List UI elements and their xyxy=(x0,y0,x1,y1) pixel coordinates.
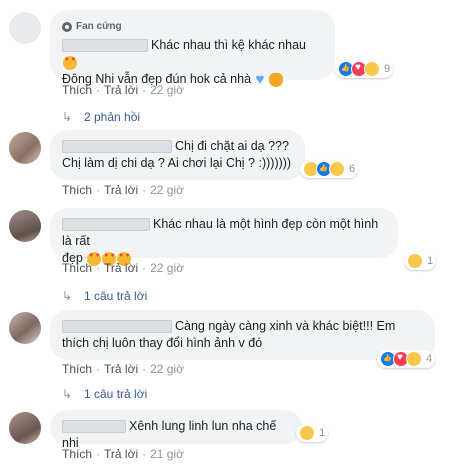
commenter-name[interactable] xyxy=(62,218,150,232)
comment-bubble: Chị đi chặt ai dạ ??? Chị làm dị chi dạ … xyxy=(50,130,305,180)
comment-bubble: Xênh lung linh lun nha chế nhi xyxy=(50,410,302,450)
blue-heart-emoji-icon: ♥ xyxy=(255,70,265,88)
comment-text: Chị đi chặt ai dạ ??? xyxy=(62,138,293,155)
commenter-name[interactable] xyxy=(62,39,148,53)
reaction-summary[interactable]: 1 xyxy=(296,424,329,442)
like-link[interactable]: Thích xyxy=(62,83,92,97)
comment-bubble: Fan cứng Khác nhau thì kệ khác nhau Đông… xyxy=(50,10,335,87)
comment-actions: Thích · Trả lời · 22 giờ xyxy=(62,261,184,275)
heart-eyes-emoji-icon xyxy=(63,55,77,70)
reaction-count: 4 xyxy=(426,353,433,365)
comment-text-line: Chị làm dị chi dạ ? Ai chơi lại Chị ? :)… xyxy=(62,156,292,170)
timestamp[interactable]: 22 giờ xyxy=(150,362,184,376)
reaction-summary[interactable]: 6 xyxy=(300,160,359,178)
commenter-name[interactable] xyxy=(62,420,126,434)
comment-text-line: Chị đi chặt ai dạ ??? xyxy=(175,139,289,153)
separator: · xyxy=(142,83,147,97)
comment-bubble: Càng ngày càng xinh và khác biệt!!! Em t… xyxy=(50,310,435,360)
reaction-summary[interactable]: 4 xyxy=(377,350,436,368)
sad-reaction-icon xyxy=(329,161,345,177)
comment-text-line: thích chị luôn thay đổi hình ảnh v đó xyxy=(62,336,263,350)
reply-arrow-icon: ↳ xyxy=(62,289,73,303)
separator: · xyxy=(142,183,147,197)
avatar[interactable] xyxy=(9,412,41,444)
replies-count[interactable]: 1 câu trả lời xyxy=(84,387,147,401)
reply-arrow-icon: ↳ xyxy=(62,387,73,401)
timestamp[interactable]: 22 giờ xyxy=(150,183,184,197)
avatar[interactable] xyxy=(9,210,41,242)
reaction-count: 1 xyxy=(427,255,434,267)
reply-link[interactable]: Trả lời xyxy=(104,261,138,275)
reply-link[interactable]: Trả lời xyxy=(104,362,138,376)
avatar[interactable] xyxy=(9,312,41,344)
separator: · xyxy=(142,447,147,461)
reply-link[interactable]: Trả lời xyxy=(104,447,138,461)
timestamp[interactable]: 22 giờ xyxy=(150,83,184,97)
comment-text: Khác nhau là một hình đẹp còn một hình l… xyxy=(62,216,386,250)
comment-text: Chị làm dị chi dạ ? Ai chơi lại Chị ? :)… xyxy=(62,155,293,172)
separator: · xyxy=(96,183,101,197)
cat-emoji-icon xyxy=(268,72,283,87)
comment-bubble: Khác nhau là một hình đẹp còn một hình l… xyxy=(50,208,398,266)
reaction-summary[interactable]: 9 xyxy=(335,60,394,78)
comment-actions: Thích · Trả lời · 22 giờ xyxy=(62,183,184,197)
separator: · xyxy=(96,362,101,376)
comment-text: Càng ngày càng xinh và khác biệt!!! Em xyxy=(62,318,423,335)
comment-text-line: Càng ngày càng xinh và khác biệt!!! Em xyxy=(175,319,396,333)
separator: · xyxy=(142,362,147,376)
reaction-count: 1 xyxy=(319,427,326,439)
commenter-name[interactable] xyxy=(62,140,172,154)
avatar[interactable] xyxy=(9,132,41,164)
comment-text-line: Khác nhau thì kệ khác nhau xyxy=(151,38,306,52)
separator: · xyxy=(96,447,101,461)
like-link[interactable]: Thích xyxy=(62,261,92,275)
like-link[interactable]: Thích xyxy=(62,362,92,376)
replies-count[interactable]: 2 phản hồi xyxy=(84,110,140,124)
comment-actions: Thích · Trả lời · 22 giờ xyxy=(62,83,184,97)
fan-badge-icon xyxy=(62,21,72,32)
avatar[interactable] xyxy=(9,12,41,44)
view-replies-link[interactable]: ↳ 1 câu trả lời xyxy=(62,289,147,303)
comment-actions: Thích · Trả lời · 21 giờ xyxy=(62,447,184,461)
replies-count[interactable]: 1 câu trả lời xyxy=(84,289,147,303)
reaction-count: 9 xyxy=(384,63,391,75)
comment-text: thích chị luôn thay đổi hình ảnh v đó xyxy=(62,335,423,352)
reply-link[interactable]: Trả lời xyxy=(104,183,138,197)
reply-arrow-icon: ↳ xyxy=(62,110,73,124)
view-replies-link[interactable]: ↳ 1 câu trả lời xyxy=(62,387,147,401)
reply-link[interactable]: Trả lời xyxy=(104,83,138,97)
commenter-name[interactable] xyxy=(62,320,172,334)
haha-reaction-icon xyxy=(407,253,423,269)
separator: · xyxy=(142,261,147,275)
comment-text: Khác nhau thì kệ khác nhau xyxy=(62,37,323,71)
view-replies-link[interactable]: ↳ 2 phản hồi xyxy=(62,110,140,124)
like-link[interactable]: Thích xyxy=(62,183,92,197)
like-link[interactable]: Thích xyxy=(62,447,92,461)
haha-reaction-icon xyxy=(364,61,380,77)
fan-badge-label: Fan cứng xyxy=(76,21,122,32)
comment-actions: Thích · Trả lời · 22 giờ xyxy=(62,362,184,376)
separator: · xyxy=(96,261,101,275)
timestamp[interactable]: 21 giờ xyxy=(150,447,184,461)
reaction-summary[interactable]: 1 xyxy=(404,252,437,270)
wow-reaction-icon xyxy=(406,351,422,367)
separator: · xyxy=(96,83,101,97)
timestamp[interactable]: 22 giờ xyxy=(150,261,184,275)
fan-badge: Fan cứng xyxy=(62,18,323,35)
reaction-count: 6 xyxy=(349,163,356,175)
haha-reaction-icon xyxy=(299,425,315,441)
